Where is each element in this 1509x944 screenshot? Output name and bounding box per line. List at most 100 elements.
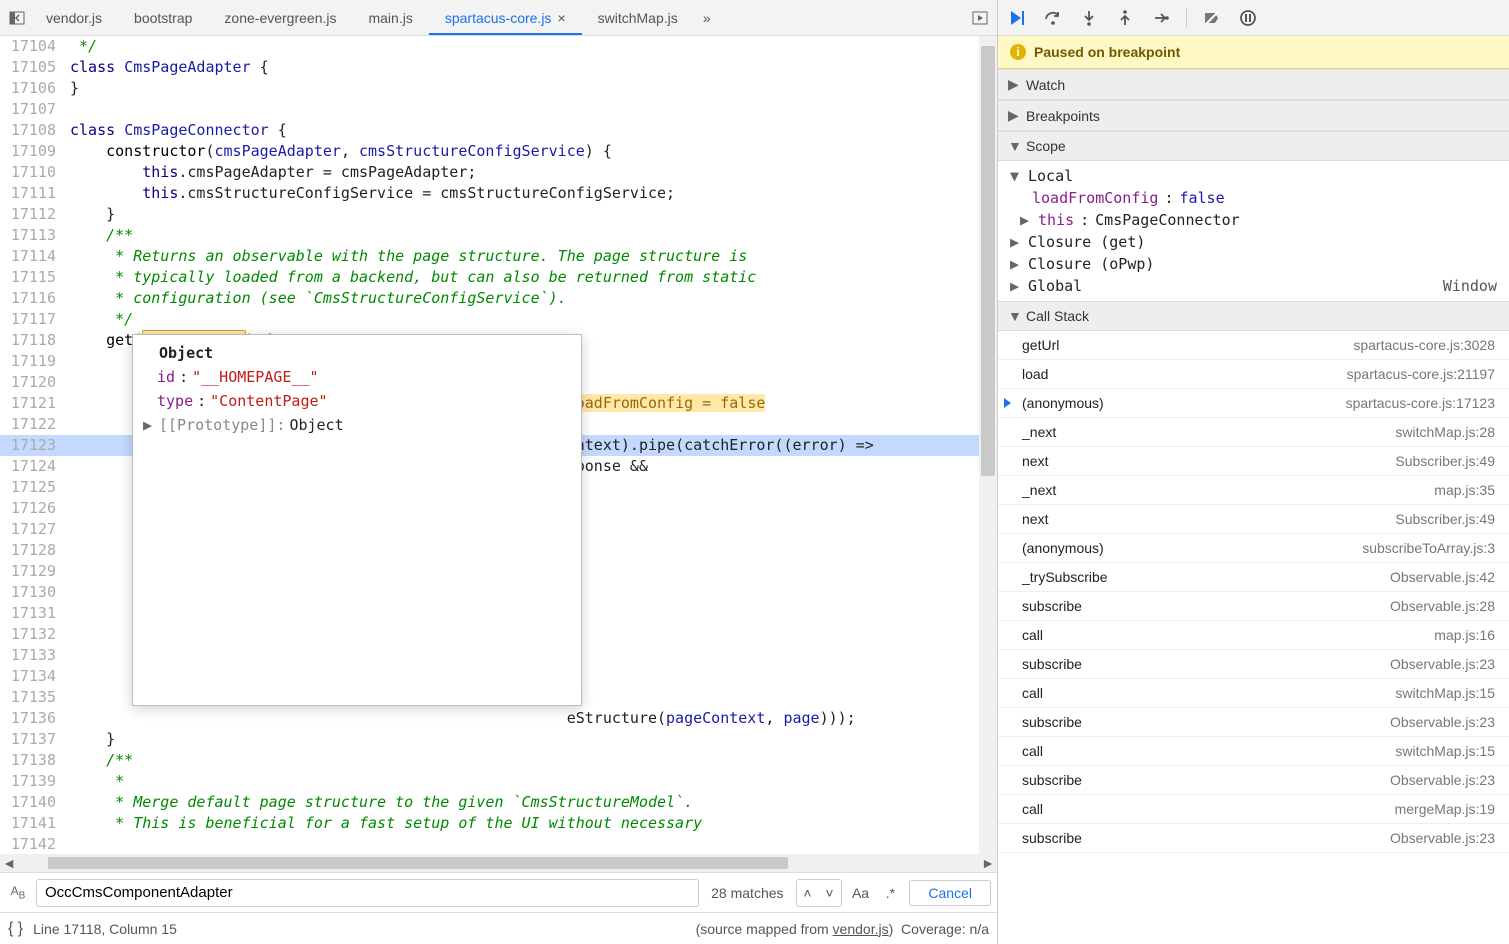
scope-local[interactable]: ▼Local [998,165,1509,187]
stack-frame[interactable]: loadspartacus-core.js:21197 [998,360,1509,389]
code-line[interactable]: * Merge default page structure to the gi… [64,792,997,813]
line-number[interactable]: 17106 [0,78,64,99]
line-number[interactable]: 17123 [0,435,64,456]
code-line[interactable]: } [64,204,997,225]
code-line[interactable]: * configuration (see `CmsStructureConfig… [64,288,997,309]
tab-switchmap-js[interactable]: switchMap.js [582,2,694,34]
tab-main-js[interactable]: main.js [352,2,428,34]
stack-frame[interactable]: nextSubscriber.js:49 [998,447,1509,476]
code-line[interactable]: */ [64,36,997,57]
stack-frame[interactable]: subscribeObservable.js:23 [998,708,1509,737]
line-number[interactable]: 17116 [0,288,64,309]
run-snippet-icon[interactable] [967,5,993,31]
tab-bootstrap[interactable]: bootstrap [118,2,208,34]
line-number[interactable]: 17139 [0,771,64,792]
line-number[interactable]: 17128 [0,540,64,561]
line-number[interactable]: 17108 [0,120,64,141]
scope-global[interactable]: ▶GlobalWindow [998,275,1509,297]
line-number[interactable]: 17117 [0,309,64,330]
line-number[interactable]: 17110 [0,162,64,183]
code-line[interactable]: * This is beneficial for a fast setup of… [64,813,997,834]
code-line[interactable]: * Returns an observable with the page st… [64,246,997,267]
line-number[interactable]: 17112 [0,204,64,225]
scope-closure-get[interactable]: ▶Closure (get) [998,231,1509,253]
line-number[interactable]: 17113 [0,225,64,246]
line-number[interactable]: 17140 [0,792,64,813]
stack-frame[interactable]: subscribeObservable.js:23 [998,650,1509,679]
stack-frame[interactable]: callswitchMap.js:15 [998,737,1509,766]
stack-frame[interactable]: callswitchMap.js:15 [998,679,1509,708]
line-number[interactable]: 17131 [0,603,64,624]
close-icon[interactable]: × [557,10,565,26]
line-number[interactable]: 17132 [0,624,64,645]
step-icon[interactable] [1148,5,1174,31]
regex-icon[interactable]: .* [877,880,903,906]
line-number[interactable]: 17107 [0,99,64,120]
tabs-overflow-icon[interactable]: » [694,5,720,31]
tab-vendor-js[interactable]: vendor.js [30,2,118,34]
stack-frame[interactable]: _nextswitchMap.js:28 [998,418,1509,447]
horizontal-scrollbar[interactable]: ◄ ► [0,854,997,872]
deactivate-breakpoints-icon[interactable] [1199,5,1225,31]
code-line[interactable]: */ [64,309,997,330]
stack-frame[interactable]: subscribeObservable.js:23 [998,824,1509,853]
stack-frame[interactable]: _nextmap.js:35 [998,476,1509,505]
line-number[interactable]: 17111 [0,183,64,204]
line-number[interactable]: 17119 [0,351,64,372]
vertical-scrollbar[interactable] [979,36,997,854]
code-line[interactable]: constructor(cmsPageAdapter, cmsStructure… [64,141,997,162]
scroll-left-icon[interactable]: ◄ [0,855,18,871]
match-case-icon[interactable]: Aa [848,880,874,906]
line-number[interactable]: 17109 [0,141,64,162]
stack-frame[interactable]: (anonymous)spartacus-core.js:17123 [998,389,1509,418]
scope-closure-opwp[interactable]: ▶Closure (oPwp) [998,253,1509,275]
line-number[interactable]: 17120 [0,372,64,393]
line-number[interactable]: 17141 [0,813,64,834]
line-number[interactable]: 17126 [0,498,64,519]
line-number[interactable]: 17135 [0,687,64,708]
source-map-link[interactable]: vendor.js [833,921,889,937]
code-line[interactable]: * [64,771,997,792]
expand-icon[interactable]: ▶ [143,413,155,437]
line-number[interactable]: 17137 [0,729,64,750]
scope-var-loadfromconfig[interactable]: loadFromConfig: false [998,187,1509,209]
step-into-icon[interactable] [1076,5,1102,31]
code-line[interactable]: /** [64,225,997,246]
prev-match-icon[interactable]: ˄ [797,880,819,906]
line-number[interactable]: 17136 [0,708,64,729]
pause-on-exceptions-icon[interactable] [1235,5,1261,31]
line-number[interactable]: 17134 [0,666,64,687]
toggle-navigator-icon[interactable] [4,5,30,31]
code-line[interactable]: this.cmsPageAdapter = cmsPageAdapter; [64,162,997,183]
line-number[interactable]: 17130 [0,582,64,603]
line-number[interactable]: 17105 [0,57,64,78]
line-number[interactable]: 17118 [0,330,64,351]
replace-toggle-icon[interactable]: AB [6,884,30,901]
code-line[interactable] [64,99,997,120]
cancel-button[interactable]: Cancel [909,880,991,906]
line-number[interactable]: 17115 [0,267,64,288]
next-match-icon[interactable]: ˅ [819,880,841,906]
line-number[interactable]: 17114 [0,246,64,267]
step-over-icon[interactable] [1040,5,1066,31]
code-line[interactable]: /** [64,750,997,771]
code-line[interactable] [64,834,997,854]
code-line[interactable]: this.cmsStructureConfigService = cmsStru… [64,183,997,204]
stack-frame[interactable]: subscribeObservable.js:28 [998,592,1509,621]
line-number[interactable]: 17127 [0,519,64,540]
tab-spartacus-core-js[interactable]: spartacus-core.js× [429,2,582,34]
code-line[interactable]: class CmsPageConnector { [64,120,997,141]
code-line[interactable]: eStructure(pageContext, page))); [64,708,997,729]
code-line[interactable]: class CmsPageAdapter { [64,57,997,78]
stack-frame[interactable]: getUrlspartacus-core.js:3028 [998,331,1509,360]
scope-section-header[interactable]: ▼Scope [998,131,1509,161]
stack-frame[interactable]: subscribeObservable.js:23 [998,766,1509,795]
step-out-icon[interactable] [1112,5,1138,31]
stack-frame[interactable]: nextSubscriber.js:49 [998,505,1509,534]
stack-frame[interactable]: _trySubscribeObservable.js:42 [998,563,1509,592]
line-number[interactable]: 17138 [0,750,64,771]
scroll-right-icon[interactable]: ► [979,855,997,871]
line-number[interactable]: 17122 [0,414,64,435]
resume-icon[interactable] [1004,5,1030,31]
scope-var-this[interactable]: ▶this: CmsPageConnector [998,209,1509,231]
